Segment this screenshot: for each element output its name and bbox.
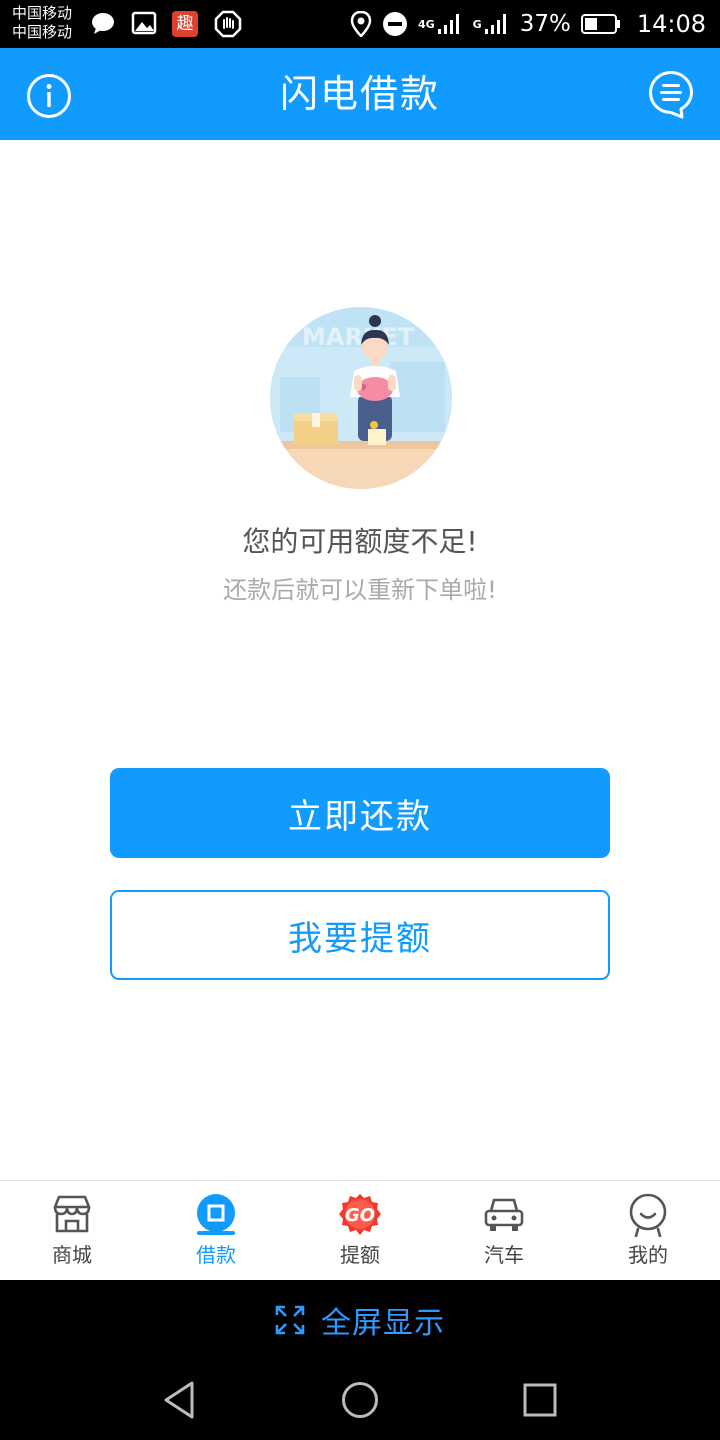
nav-item-car[interactable]: 汽车	[432, 1181, 576, 1280]
nav-item-profile[interactable]: 我的	[576, 1181, 720, 1280]
status-bar: 中国移动 中国移动 趣 4G G 37% 14:08	[0, 0, 720, 48]
recents-icon[interactable]	[518, 1378, 562, 1422]
loan-icon	[197, 1194, 235, 1235]
hand-stop-icon	[214, 10, 242, 38]
nav-item-store[interactable]: 商城	[0, 1181, 144, 1280]
insufficient-credit-illustration: MARKET	[270, 307, 452, 489]
nav-item-raise-limit[interactable]: GO 提额	[288, 1181, 432, 1280]
home-icon[interactable]	[338, 1378, 382, 1422]
car-icon	[484, 1198, 524, 1231]
battery-percent: 37%	[519, 11, 571, 37]
illustration-sign-text: MARKET	[302, 323, 415, 351]
clock: 14:08	[636, 10, 706, 38]
chat-bubble-icon	[92, 13, 114, 34]
carrier-label: 中国移动	[12, 4, 73, 22]
nav-label: 借款	[196, 1243, 236, 1267]
nav-label: 汽车	[484, 1243, 524, 1267]
bottom-nav: 商城 借款 GO 提额 汽车 我的	[0, 1180, 720, 1280]
go-badge-text: GO	[345, 1205, 375, 1226]
status-right: 4G G 37% 14:08	[350, 0, 706, 48]
message-list-icon[interactable]	[648, 70, 694, 120]
carrier-label: 中国移动	[12, 23, 73, 41]
message-subtitle: 还款后就可以重新下单啦!	[223, 576, 497, 604]
go-badge-icon: GO	[339, 1194, 381, 1235]
network-type-label: G	[472, 17, 482, 31]
signal-icon	[437, 14, 459, 34]
fullscreen-button[interactable]: 全屏显示	[0, 1280, 720, 1360]
back-icon[interactable]	[158, 1378, 202, 1422]
gallery-icon	[131, 11, 157, 35]
app-header: 闪电借款	[0, 48, 720, 140]
nav-item-loan[interactable]: 借款	[144, 1181, 288, 1280]
repay-now-button[interactable]: 立即还款	[110, 768, 610, 858]
fullscreen-label: 全屏显示	[321, 1306, 445, 1341]
battery-icon	[580, 14, 620, 34]
do-not-disturb-icon	[382, 12, 407, 36]
store-icon	[53, 1195, 91, 1233]
location-icon	[350, 11, 372, 37]
signal-icon	[484, 14, 506, 34]
carrier-info: 中国移动 中国移动	[12, 4, 72, 42]
expand-icon	[275, 1305, 305, 1335]
message-title: 您的可用额度不足!	[242, 525, 478, 558]
network-type-label: 4G	[417, 17, 435, 31]
nav-label: 我的	[628, 1243, 668, 1267]
nav-label: 商城	[52, 1243, 92, 1267]
app-badge-icon: 趣	[172, 11, 198, 37]
raise-limit-button[interactable]: 我要提额	[110, 890, 610, 980]
system-nav-bar	[0, 1360, 720, 1440]
page-title: 闪电借款	[279, 72, 440, 116]
nav-label: 提额	[340, 1243, 380, 1267]
profile-icon	[629, 1193, 667, 1237]
